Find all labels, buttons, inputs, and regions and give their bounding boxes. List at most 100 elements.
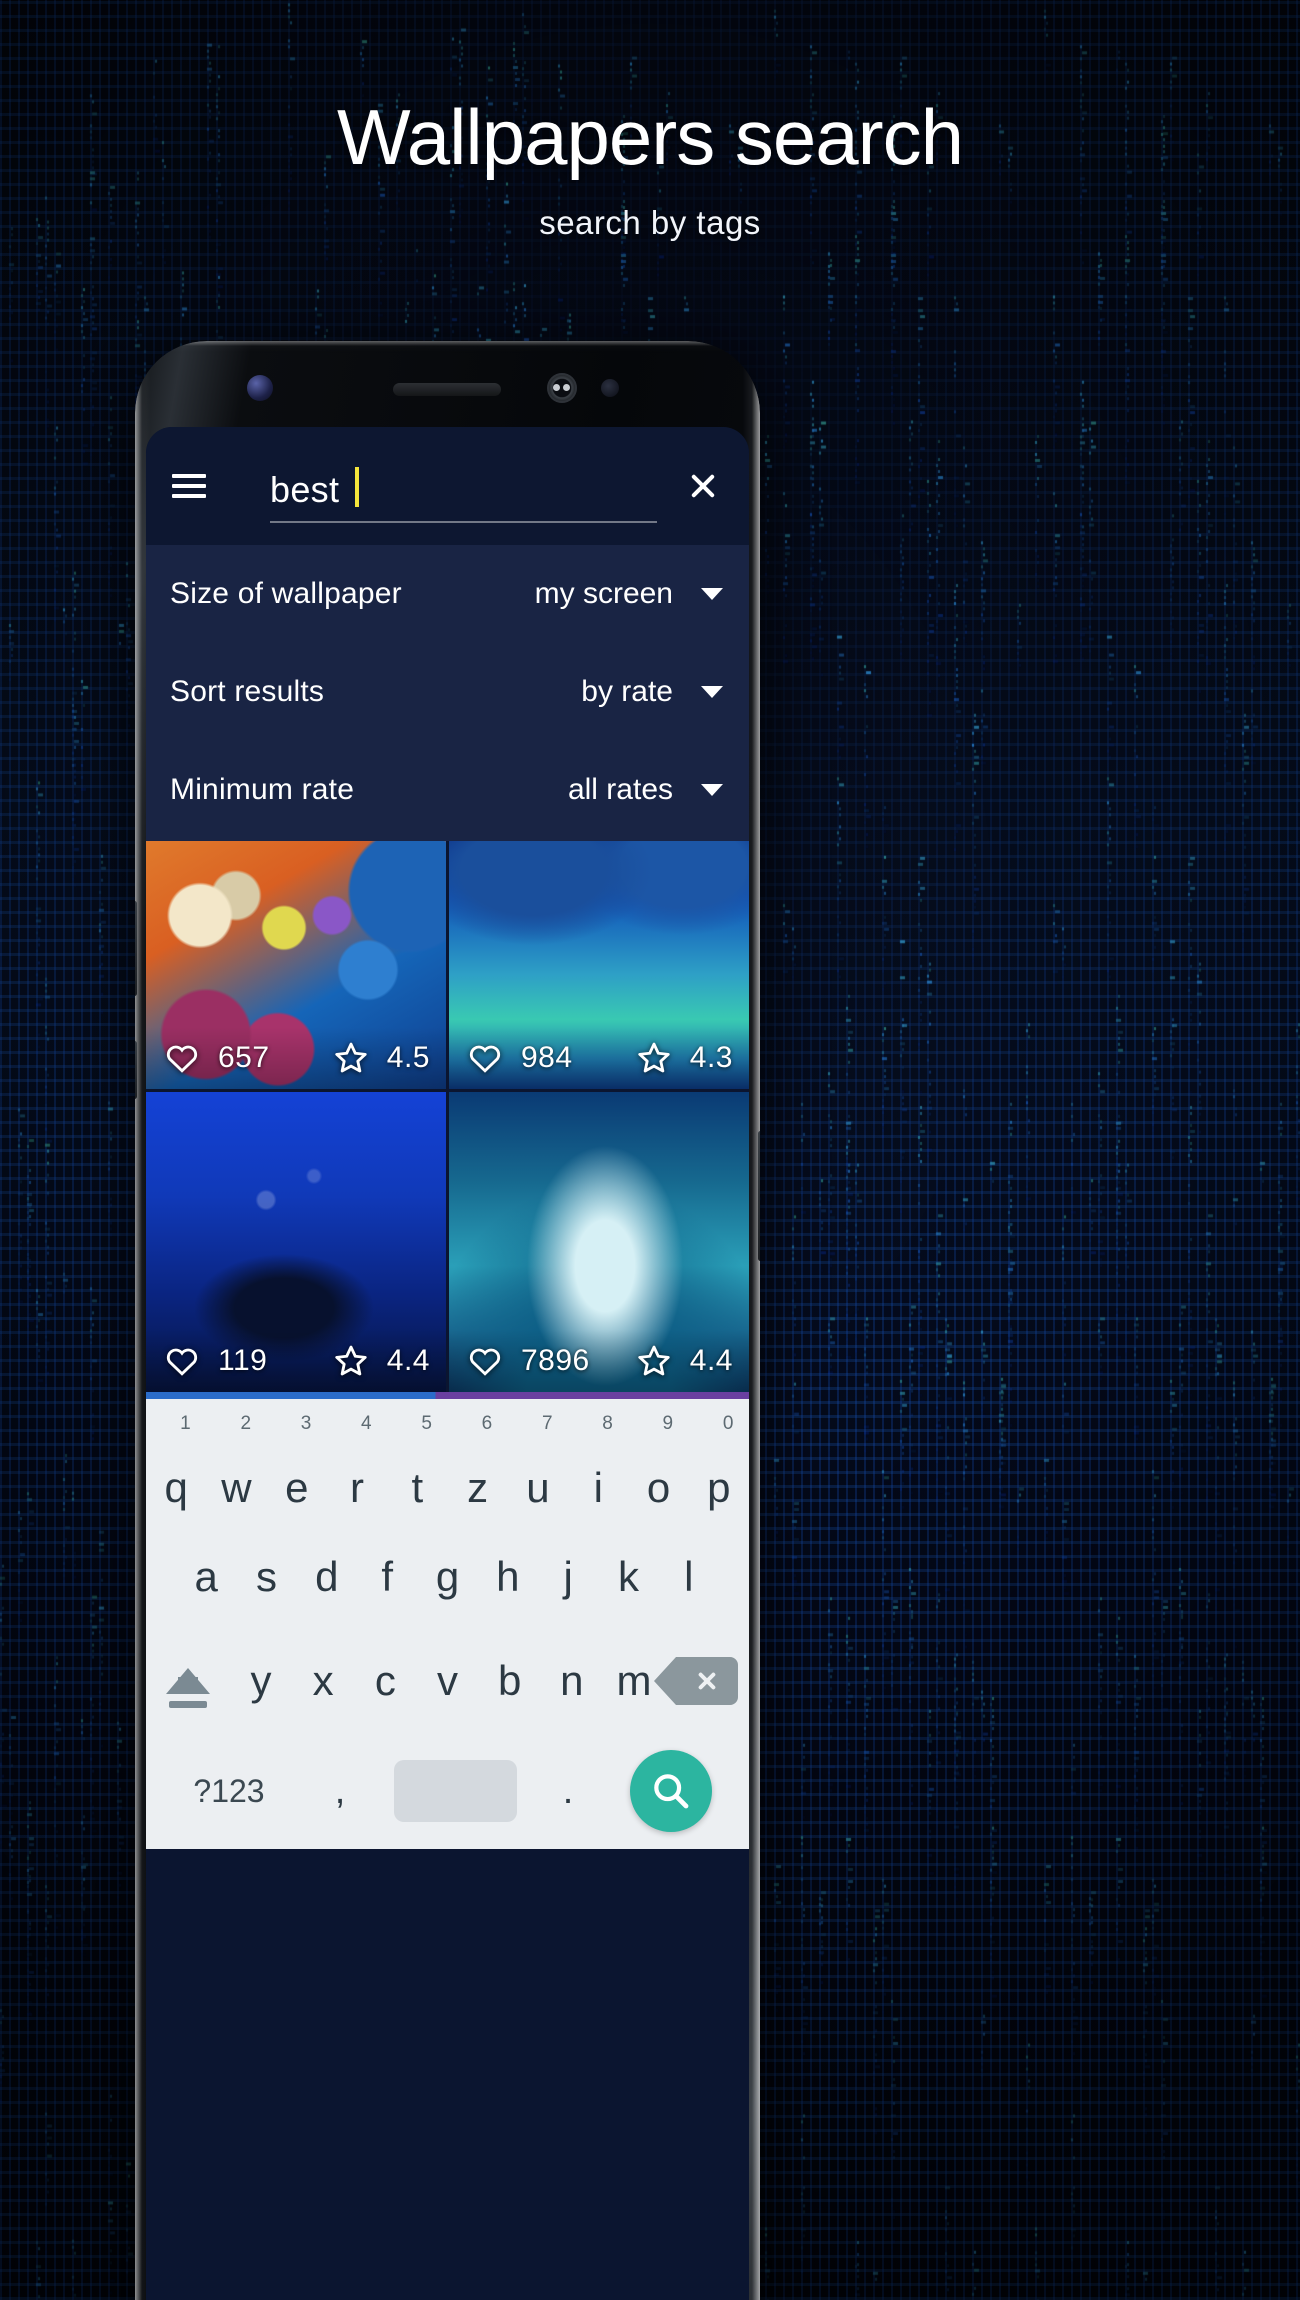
key-label: j bbox=[563, 1553, 573, 1600]
option-label: Sort results bbox=[170, 675, 325, 708]
key-d[interactable]: d bbox=[297, 1525, 357, 1629]
tile-stats-overlay: 984 4.3 bbox=[449, 1027, 749, 1089]
search-magnifier-icon bbox=[630, 1750, 712, 1832]
star-icon[interactable] bbox=[634, 1342, 674, 1380]
search-input[interactable]: best bbox=[270, 469, 339, 511]
key-label: e bbox=[285, 1464, 309, 1511]
phone-screen: best Size of wallpaper my screen Sort re… bbox=[146, 427, 749, 2300]
shift-key[interactable] bbox=[146, 1629, 230, 1733]
chevron-down-icon[interactable] bbox=[701, 588, 723, 600]
key-r[interactable]: 4r bbox=[327, 1409, 387, 1525]
backspace-delete-icon bbox=[654, 1657, 739, 1705]
key-label: q bbox=[164, 1464, 188, 1511]
option-label: Size of wallpaper bbox=[170, 577, 402, 610]
backspace-key[interactable] bbox=[654, 1629, 749, 1733]
keyboard-row-1: 1q 2w 3e 4r 5t 6z 7u 8i 9o 0p bbox=[146, 1409, 749, 1525]
like-count: 984 bbox=[521, 1041, 573, 1074]
search-options-panel: Size of wallpaper my screen Sort results… bbox=[146, 545, 749, 841]
period-key[interactable]: . bbox=[525, 1739, 611, 1843]
comma-key[interactable]: , bbox=[294, 1739, 386, 1843]
key-x[interactable]: x bbox=[292, 1629, 354, 1733]
hamburger-menu-button[interactable] bbox=[146, 427, 232, 545]
wallpaper-tile[interactable]: 657 4.5 bbox=[146, 841, 446, 1089]
heart-icon[interactable] bbox=[465, 1343, 505, 1379]
option-label: Minimum rate bbox=[170, 773, 355, 806]
key-label: m bbox=[616, 1657, 652, 1704]
star-icon[interactable] bbox=[331, 1039, 371, 1077]
key-z[interactable]: 6z bbox=[448, 1409, 508, 1525]
key-hint: 4 bbox=[361, 1413, 372, 1434]
proximity-sensor-icon bbox=[601, 379, 619, 397]
heart-icon[interactable] bbox=[162, 1040, 202, 1076]
key-hint: 7 bbox=[541, 1413, 553, 1434]
key-y[interactable]: y bbox=[230, 1629, 292, 1733]
wallpaper-tile[interactable]: 984 4.3 bbox=[449, 841, 749, 1089]
power-button[interactable] bbox=[758, 1131, 760, 1261]
option-row-minimum-rate[interactable]: Minimum rate all rates bbox=[146, 741, 749, 839]
key-label: k bbox=[617, 1553, 639, 1600]
key-e[interactable]: 3e bbox=[267, 1409, 327, 1525]
like-count: 7896 bbox=[521, 1344, 590, 1377]
rating-value: 4.3 bbox=[689, 1041, 733, 1074]
key-n[interactable]: n bbox=[541, 1629, 603, 1733]
hamburger-menu-icon bbox=[172, 468, 206, 504]
key-label: z bbox=[467, 1464, 489, 1511]
key-c[interactable]: c bbox=[354, 1629, 416, 1733]
key-u[interactable]: 7u bbox=[508, 1409, 568, 1525]
key-j[interactable]: j bbox=[538, 1525, 598, 1629]
symbols-key[interactable]: ?123 bbox=[164, 1739, 294, 1843]
assistant-button[interactable] bbox=[135, 1041, 137, 1099]
space-key[interactable] bbox=[394, 1760, 517, 1822]
key-h[interactable]: h bbox=[478, 1525, 538, 1629]
volume-button[interactable] bbox=[135, 901, 137, 996]
option-row-size-of-wallpaper[interactable]: Size of wallpaper my screen bbox=[146, 545, 749, 643]
key-v[interactable]: v bbox=[416, 1629, 478, 1733]
key-label: . bbox=[562, 1770, 574, 1812]
key-l[interactable]: l bbox=[659, 1525, 719, 1629]
rating-value: 4.4 bbox=[386, 1344, 430, 1377]
key-label: n bbox=[560, 1657, 584, 1704]
chevron-down-icon[interactable] bbox=[701, 686, 723, 698]
key-i[interactable]: 8i bbox=[568, 1409, 628, 1525]
key-o[interactable]: 9o bbox=[628, 1409, 688, 1525]
rating-value: 4.4 bbox=[689, 1344, 733, 1377]
wallpaper-tile[interactable]: 119 4.4 bbox=[146, 1092, 446, 1392]
key-f[interactable]: f bbox=[357, 1525, 417, 1629]
option-row-sort-results[interactable]: Sort results by rate bbox=[146, 643, 749, 741]
key-b[interactable]: b bbox=[479, 1629, 541, 1733]
key-q[interactable]: 1q bbox=[146, 1409, 206, 1525]
keyboard-row-2: a s d f g h j k l bbox=[146, 1525, 749, 1629]
key-a[interactable]: a bbox=[176, 1525, 236, 1629]
key-hint: 2 bbox=[240, 1413, 252, 1434]
heart-icon[interactable] bbox=[162, 1343, 202, 1379]
key-label: c bbox=[374, 1657, 396, 1704]
key-s[interactable]: s bbox=[236, 1525, 296, 1629]
key-hint: 5 bbox=[421, 1413, 432, 1434]
search-field[interactable]: best bbox=[232, 427, 657, 545]
wallpaper-tile[interactable]: 7896 4.4 bbox=[449, 1092, 749, 1392]
results-grid: 657 4.5 984 4.3 119 4.4 7896 4.4 bbox=[146, 841, 749, 1392]
key-label: o bbox=[646, 1464, 671, 1511]
key-k[interactable]: k bbox=[598, 1525, 658, 1629]
key-label: x bbox=[312, 1657, 334, 1704]
on-screen-keyboard: 1q 2w 3e 4r 5t 6z 7u 8i 9o 0p a s d f g … bbox=[146, 1399, 749, 1849]
key-t[interactable]: 5t bbox=[387, 1409, 447, 1525]
heart-icon[interactable] bbox=[465, 1040, 505, 1076]
search-field-underline bbox=[270, 521, 657, 523]
close-icon bbox=[688, 471, 718, 501]
star-icon[interactable] bbox=[634, 1039, 674, 1077]
key-label: b bbox=[498, 1657, 522, 1704]
keyboard-row-4: ?123 , . bbox=[146, 1733, 749, 1849]
keyboard-row-3: y x c v b n m bbox=[146, 1629, 749, 1733]
key-label: r bbox=[350, 1464, 365, 1511]
clear-search-button[interactable] bbox=[657, 427, 749, 545]
key-hint: 9 bbox=[662, 1413, 674, 1434]
key-g[interactable]: g bbox=[417, 1525, 477, 1629]
chevron-down-icon[interactable] bbox=[701, 784, 723, 796]
key-w[interactable]: 2w bbox=[206, 1409, 266, 1525]
star-icon[interactable] bbox=[331, 1342, 371, 1380]
key-label: ?123 bbox=[193, 1773, 265, 1809]
keyboard-search-button[interactable] bbox=[611, 1750, 731, 1832]
key-p[interactable]: 0p bbox=[689, 1409, 749, 1525]
key-label: a bbox=[194, 1553, 218, 1600]
